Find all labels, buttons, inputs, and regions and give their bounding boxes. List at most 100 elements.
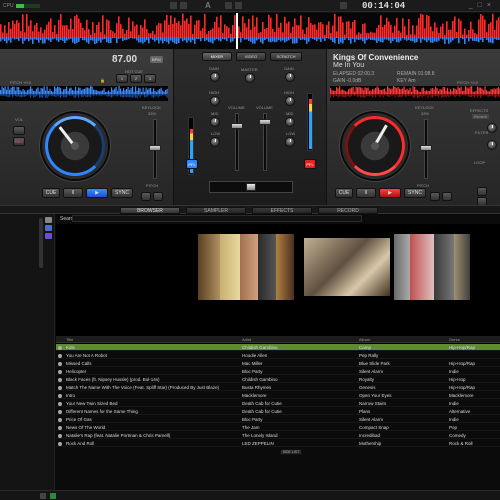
side-list-button[interactable]: SIDE LIST: [280, 449, 302, 455]
left-jog-wheel[interactable]: [42, 113, 108, 179]
left-pfl-button[interactable]: PFL: [186, 159, 198, 169]
left-low-knob[interactable]: [210, 137, 220, 147]
left-pitch-knob[interactable]: [149, 145, 161, 151]
virtual-folder-icon[interactable]: [45, 233, 52, 239]
left-hot-cue-2[interactable]: 2: [130, 74, 142, 83]
table-row[interactable]: Match The Name With The Voice (Feat. Spl…: [56, 384, 500, 391]
search-input[interactable]: [72, 215, 362, 222]
table-row[interactable]: Natalie's Rap (feat. Natalie Portman & C…: [56, 432, 500, 439]
window-controls[interactable]: _□×: [469, 2, 496, 9]
right-cue-button[interactable]: CUE: [335, 188, 353, 198]
left-bpm-tag[interactable]: BPM: [150, 56, 163, 63]
settings-icon[interactable]: [235, 2, 242, 9]
left-sync-button[interactable]: SYNC: [111, 188, 133, 198]
column-album[interactable]: Album: [359, 337, 370, 342]
left-hot-cue-3[interactable]: 3: [144, 74, 156, 83]
left-volume-fader[interactable]: [235, 113, 239, 171]
table-row[interactable]: Black Faces (ft. Nipsey Hussle) (prod. B…: [56, 376, 500, 383]
filter-knob[interactable]: [487, 140, 497, 150]
waveform-display[interactable]: [0, 13, 500, 49]
right-sync-button[interactable]: SYNC: [404, 188, 426, 198]
table-row[interactable]: Your New Twin Sized Bed Death Cab for Cut…: [56, 400, 500, 407]
table-row[interactable]: Kids Childish Gambino Camp Hip-Hop/Rap: [56, 344, 500, 351]
album-cover[interactable]: [198, 234, 220, 300]
folder-icon[interactable]: [45, 217, 52, 223]
column-title[interactable]: Title: [66, 337, 73, 342]
right-pitch-knob[interactable]: [420, 145, 432, 151]
album-cover-current[interactable]: [304, 238, 390, 296]
left-pitch-plus[interactable]: [153, 192, 163, 201]
right-volume-knob[interactable]: [259, 119, 271, 125]
status-bar: [0, 490, 500, 500]
right-play-button[interactable]: ▶: [379, 188, 401, 198]
table-row[interactable]: News Of The World The Jam Compact Snap Pop: [56, 424, 500, 431]
record-icon[interactable]: [225, 2, 232, 9]
cover-flow[interactable]: [56, 224, 500, 350]
table-row[interactable]: Rock And Roll LED ZEPPELIN Mothership Rock …: [56, 440, 500, 447]
tab-record[interactable]: RECORD: [318, 207, 378, 214]
left-cue-button[interactable]: CUE: [42, 188, 60, 198]
config-icon[interactable]: [170, 2, 177, 9]
right-pfl-button[interactable]: PFL: [304, 159, 316, 169]
album-cover[interactable]: [454, 234, 470, 300]
table-row[interactable]: Price Of Gas Bloc Party Silent Alarm Indie: [56, 416, 500, 423]
left-hot-cue-1[interactable]: 1: [116, 74, 128, 83]
tab-scratch[interactable]: SCRATCH: [270, 52, 302, 61]
album-cover[interactable]: [410, 234, 434, 300]
tab-browser[interactable]: BROWSER: [120, 207, 180, 214]
crossfader[interactable]: [209, 181, 293, 193]
album-cover[interactable]: [240, 234, 258, 300]
left-loop-in-button[interactable]: [13, 126, 25, 135]
album-cover[interactable]: [434, 234, 454, 300]
master-knob[interactable]: [245, 73, 255, 83]
album-cover[interactable]: [276, 234, 294, 300]
right-mini-waveform[interactable]: [330, 86, 500, 101]
left-high-knob[interactable]: [210, 96, 220, 106]
effects-select[interactable]: Reverb: [472, 114, 489, 119]
info-icon[interactable]: [50, 493, 56, 499]
left-mid-knob[interactable]: [210, 117, 220, 127]
table-row[interactable]: Helicopter Bloc Party Silent Alarm Indie: [56, 368, 500, 375]
tab-effects[interactable]: EFFECTS: [252, 207, 312, 214]
column-artist[interactable]: Artist: [242, 337, 251, 342]
right-pause-button[interactable]: II: [356, 188, 376, 198]
left-volume-knob[interactable]: [231, 123, 243, 129]
crossfader-knob[interactable]: [246, 183, 256, 191]
left-pause-button[interactable]: II: [63, 188, 83, 198]
table-row[interactable]: Intro Macklemore Open Your Eyes Macklemore: [56, 392, 500, 399]
table-row[interactable]: Missed Calls Mac Miller Blue Slide Park Hip…: [56, 360, 500, 367]
playlist-icon[interactable]: [45, 225, 52, 231]
folder-tree[interactable]: [0, 214, 55, 500]
right-high-knob[interactable]: [285, 96, 295, 106]
right-pitch-plus[interactable]: [442, 192, 452, 201]
left-play-button[interactable]: ▶: [86, 188, 108, 198]
right-pitch-minus[interactable]: [430, 192, 440, 201]
right-jog-wheel[interactable]: [342, 113, 408, 179]
tab-video[interactable]: VIDEO: [236, 52, 266, 61]
album-cover[interactable]: [258, 234, 276, 300]
left-pitch-minus[interactable]: [141, 192, 151, 201]
minimize-icon[interactable]: [340, 2, 347, 9]
column-genre[interactable]: Genre: [449, 337, 460, 342]
layout-icon[interactable]: [180, 2, 187, 9]
effect-param-knob[interactable]: [487, 123, 497, 133]
tree-scrollbar[interactable]: [39, 218, 43, 268]
loop-half-button[interactable]: [477, 187, 487, 196]
cell-genre: Hip-Hop/Rap: [449, 385, 476, 390]
cell-genre: Hip-Hop: [449, 377, 466, 382]
title-bar: CPU A 00:14:04 _□×: [0, 0, 500, 12]
right-low-knob[interactable]: [285, 137, 295, 147]
album-cover[interactable]: [394, 234, 410, 300]
right-low-label: LOW: [286, 131, 296, 136]
add-icon[interactable]: [40, 493, 46, 499]
left-mini-waveform[interactable]: [0, 86, 168, 101]
tab-mixer[interactable]: MIXER: [202, 52, 232, 61]
right-gain-knob[interactable]: [285, 72, 295, 82]
right-mid-knob[interactable]: [285, 117, 295, 127]
tab-sampler[interactable]: SAMPLER: [186, 207, 246, 214]
left-gain-knob[interactable]: [210, 72, 220, 82]
table-row[interactable]: Different Names for the Same Thing Death …: [56, 408, 500, 415]
table-row[interactable]: You Are Not A Robot Hoodie Allen Pep Rally: [56, 352, 500, 359]
left-rec-button[interactable]: REC: [13, 137, 25, 146]
album-cover[interactable]: [220, 234, 240, 300]
